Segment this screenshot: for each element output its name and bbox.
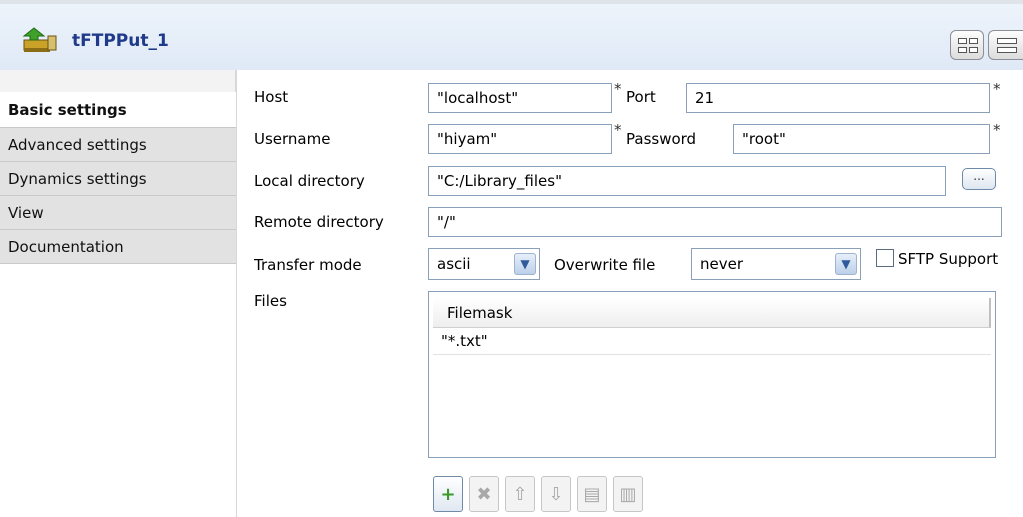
layout-grid-button[interactable] (950, 30, 984, 60)
layout-list-button[interactable] (988, 30, 1023, 60)
list-icon (997, 47, 1017, 53)
overwrite-file-value: never (700, 255, 744, 273)
port-input[interactable]: 21 (686, 83, 990, 113)
component-header: tFTPPut_1 (0, 0, 1023, 70)
chevron-down-icon[interactable]: ▼ (514, 253, 536, 275)
grid-icon (958, 47, 967, 53)
host-required-marker: * (614, 80, 622, 98)
local-directory-input[interactable]: "C:/Library_files" (428, 166, 946, 196)
transfer-mode-select[interactable]: ascii ▼ (428, 248, 540, 280)
tab-advanced-settings[interactable]: Advanced settings (0, 128, 236, 162)
remote-directory-label: Remote directory (254, 213, 384, 231)
overwrite-file-label: Overwrite file (554, 256, 656, 274)
grid-icon (969, 47, 978, 53)
tab-dynamics-settings[interactable]: Dynamics settings (0, 162, 236, 196)
sftp-support-label: SFTP Support (898, 250, 999, 268)
table-row[interactable]: "*.txt" (433, 329, 991, 355)
plus-icon: + (440, 484, 456, 505)
grid-icon (958, 38, 967, 44)
paste-icon: ▥ (619, 484, 637, 505)
copy-icon: ▤ (583, 484, 601, 505)
settings-tabs: Basic settings Advanced settings Dynamic… (0, 92, 236, 264)
arrow-up-icon: ⇧ (512, 484, 528, 505)
header-divider (0, 0, 1023, 4)
table-cell-filemask[interactable]: "*.txt" (441, 332, 488, 350)
overwrite-file-select[interactable]: never ▼ (691, 248, 861, 280)
port-label: Port (626, 88, 656, 106)
host-input[interactable]: "localhost" (428, 83, 612, 113)
browse-button[interactable]: ... (962, 168, 996, 190)
list-icon (997, 38, 1017, 44)
column-header-filemask[interactable]: Filemask (447, 304, 512, 322)
tabs-top-spacer (0, 70, 236, 92)
paste-button[interactable]: ▥ (613, 476, 643, 512)
arrow-down-icon: ⇩ (548, 484, 564, 505)
component-title: tFTPPut_1 (72, 31, 169, 51)
tab-basic-settings[interactable]: Basic settings (0, 92, 236, 128)
chevron-down-icon[interactable]: ▼ (835, 253, 857, 275)
tab-documentation[interactable]: Documentation (0, 230, 236, 264)
grid-icon (969, 38, 978, 44)
password-label: Password (626, 130, 697, 148)
host-label: Host (254, 88, 289, 106)
sftp-support-checkbox[interactable] (876, 249, 894, 267)
username-input[interactable]: "hiyam" (428, 124, 612, 154)
delete-icon: ✖ (476, 484, 492, 505)
username-label: Username (254, 130, 331, 148)
files-label: Files (254, 292, 287, 310)
add-row-button[interactable]: + (433, 476, 463, 512)
files-table[interactable]: Filemask "*.txt" (428, 291, 996, 458)
transfer-mode-label: Transfer mode (254, 256, 362, 274)
ftp-put-component-icon (22, 27, 57, 52)
move-up-button[interactable]: ⇧ (505, 476, 535, 512)
transfer-mode-value: ascii (437, 255, 471, 273)
remove-row-button[interactable]: ✖ (469, 476, 499, 512)
local-directory-label: Local directory (254, 172, 365, 190)
password-required-marker: * (993, 121, 1001, 139)
username-required-marker: * (614, 121, 622, 139)
remote-directory-input[interactable]: "/" (428, 207, 1002, 237)
table-header: Filemask (433, 298, 991, 328)
copy-button[interactable]: ▤ (577, 476, 607, 512)
tab-view[interactable]: View (0, 196, 236, 230)
move-down-button[interactable]: ⇩ (541, 476, 571, 512)
password-input[interactable]: "root" (733, 124, 990, 154)
port-required-marker: * (993, 80, 1001, 98)
tabs-divider (236, 70, 237, 517)
